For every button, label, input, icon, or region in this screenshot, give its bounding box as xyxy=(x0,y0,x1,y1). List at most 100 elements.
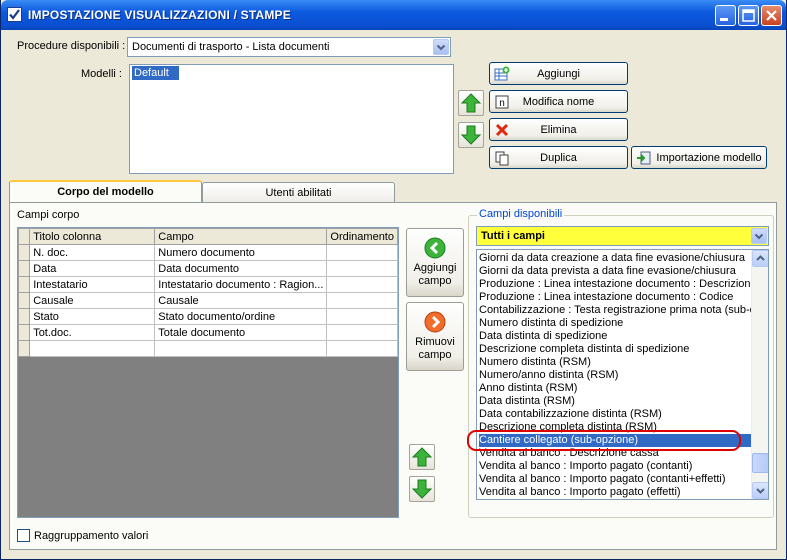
body-fields-label: Campi corpo xyxy=(17,209,80,221)
field-filter-select[interactable]: Tutti i campi xyxy=(476,226,769,246)
list-item[interactable]: Produzione : Linea intestazione document… xyxy=(479,278,751,291)
chevron-up-icon xyxy=(756,255,765,261)
row-indicator[interactable] xyxy=(18,292,31,309)
list-item[interactable]: Contabilizzazione : Testa registrazione … xyxy=(479,304,751,317)
table-row[interactable]: Data Data documento xyxy=(18,260,398,277)
row-indicator[interactable] xyxy=(18,340,31,357)
grid-corner xyxy=(18,228,31,245)
table-row[interactable] xyxy=(18,340,398,357)
list-item[interactable]: Numero distinta (RSM) xyxy=(479,356,751,369)
arrow-up-icon xyxy=(411,447,433,467)
chevron-down-icon[interactable] xyxy=(751,228,767,244)
cell-titolo[interactable]: Intestatario xyxy=(29,276,156,293)
cell-campo[interactable] xyxy=(154,340,328,357)
available-fields-label: Campi disponibili xyxy=(477,208,565,220)
title-bar[interactable]: IMPOSTAZIONE VISUALIZZAZIONI / STAMPE xyxy=(1,0,786,30)
field-filter-value: Tutti i campi xyxy=(481,230,545,242)
cell-titolo[interactable]: N. doc. xyxy=(29,244,156,261)
list-item[interactable]: Anno distinta (RSM) xyxy=(479,382,751,395)
cell-ordinamento[interactable] xyxy=(326,244,398,261)
cell-titolo[interactable]: Stato xyxy=(29,308,156,325)
cell-titolo[interactable] xyxy=(29,340,156,357)
import-icon xyxy=(637,151,651,165)
table-row[interactable]: Causale Causale xyxy=(18,292,398,309)
cell-campo[interactable]: Causale xyxy=(154,292,328,309)
cell-campo[interactable]: Stato documento/ordine xyxy=(154,308,328,325)
list-item[interactable]: Numero/anno distinta (RSM) xyxy=(479,369,751,382)
scroll-up-button[interactable] xyxy=(752,250,768,267)
row-indicator[interactable] xyxy=(18,324,31,341)
list-item[interactable]: Data contabilizzazione distinta (RSM) xyxy=(479,408,751,421)
remove-field-button[interactable]: Rimuovi campo xyxy=(406,302,464,371)
row-indicator[interactable] xyxy=(18,308,31,325)
list-item[interactable]: Data distinta (RSM) xyxy=(479,395,751,408)
maximize-icon xyxy=(742,9,755,22)
move-model-down-button[interactable] xyxy=(458,122,484,148)
maximize-button[interactable] xyxy=(738,5,759,26)
list-item[interactable]: Numero distinta di spedizione xyxy=(479,317,751,330)
vertical-scrollbar[interactable] xyxy=(751,250,768,499)
models-list[interactable]: Default xyxy=(129,64,454,174)
row-indicator[interactable] xyxy=(18,260,31,277)
scroll-down-button[interactable] xyxy=(752,482,768,499)
list-item[interactable]: Vendita al banco : Importo pagato (effet… xyxy=(479,486,751,499)
add-field-button[interactable]: Aggiungi campo xyxy=(406,228,464,297)
table-row[interactable]: Tot.doc. Totale documento xyxy=(18,324,398,341)
minimize-button[interactable] xyxy=(715,5,736,26)
list-item[interactable]: Vendita al banco : Importo pagato (conta… xyxy=(479,473,751,486)
row-indicator[interactable] xyxy=(18,244,31,261)
delete-model-button[interactable]: Elimina xyxy=(489,118,628,141)
tab-utenti-abilitati[interactable]: Utenti abilitati xyxy=(202,182,395,204)
close-button[interactable] xyxy=(761,5,782,26)
cell-campo[interactable]: Totale documento xyxy=(154,324,328,341)
available-fields-list[interactable]: Giorni da data creazione a data fine eva… xyxy=(476,249,769,500)
list-item[interactable]: Giorni da data creazione a data fine eva… xyxy=(479,252,751,265)
cell-campo[interactable]: Intestatario documento : Ragion... xyxy=(154,276,328,293)
list-item[interactable]: Produzione : Linea intestazione document… xyxy=(479,291,751,304)
cell-titolo[interactable]: Data xyxy=(29,260,156,277)
cell-ordinamento[interactable] xyxy=(326,340,398,357)
column-header-campo[interactable]: Campo xyxy=(154,228,328,245)
list-item[interactable]: Vendita al banco : Importo pagato (conta… xyxy=(479,460,751,473)
move-model-up-button[interactable] xyxy=(458,90,484,116)
add-model-label: Aggiungi xyxy=(537,68,580,80)
column-header-ordinamento[interactable]: Ordinamento xyxy=(326,228,398,245)
import-model-button[interactable]: Importazione modello xyxy=(631,146,767,169)
list-item[interactable]: Data distinta di spedizione xyxy=(479,330,751,343)
cell-ordinamento[interactable] xyxy=(326,260,398,277)
add-field-label: Aggiungi campo xyxy=(413,262,457,287)
chevron-down-icon[interactable] xyxy=(433,39,449,55)
cell-titolo[interactable]: Causale xyxy=(29,292,156,309)
add-model-button[interactable]: Aggiungi xyxy=(489,62,628,85)
table-row[interactable]: Intestatario Intestatario documento : Ra… xyxy=(18,276,398,293)
row-indicator[interactable] xyxy=(18,276,31,293)
table-row[interactable]: N. doc. Numero documento xyxy=(18,244,398,261)
import-model-label: Importazione modello xyxy=(656,152,762,164)
cell-ordinamento[interactable] xyxy=(326,324,398,341)
list-item[interactable]: Descrizione completa distinta di spedizi… xyxy=(479,343,751,356)
body-fields-grid[interactable]: Titolo colonna Campo Ordinamento N. doc.… xyxy=(17,227,399,518)
grouping-label: Raggruppamento valori xyxy=(34,530,149,542)
cell-ordinamento[interactable] xyxy=(326,292,398,309)
models-list-item[interactable]: Default xyxy=(132,66,179,80)
cell-campo[interactable]: Data documento xyxy=(154,260,328,277)
window: IMPOSTAZIONE VISUALIZZAZIONI / STAMPE Pr… xyxy=(0,0,787,560)
move-field-up-button[interactable] xyxy=(409,444,435,470)
cell-campo[interactable]: Numero documento xyxy=(154,244,328,261)
table-row[interactable]: Stato Stato documento/ordine xyxy=(18,308,398,325)
minimize-icon xyxy=(720,18,728,21)
column-header-titolo[interactable]: Titolo colonna xyxy=(29,228,156,245)
cell-ordinamento[interactable] xyxy=(326,308,398,325)
scroll-thumb[interactable] xyxy=(752,453,768,473)
procedure-select[interactable]: Documenti di trasporto - Lista documenti xyxy=(127,37,451,57)
duplicate-model-button[interactable]: Duplica xyxy=(489,146,628,169)
rename-model-button[interactable]: n Modifica nome xyxy=(489,90,628,113)
list-item[interactable]: Giorni da data prevista a data fine evas… xyxy=(479,265,751,278)
tab-corpo-modello[interactable]: Corpo del modello xyxy=(9,180,202,204)
cell-ordinamento[interactable] xyxy=(326,276,398,293)
grouping-checkbox[interactable] xyxy=(17,529,30,542)
arrow-down-icon xyxy=(411,479,433,499)
move-field-down-button[interactable] xyxy=(409,476,435,502)
cell-titolo[interactable]: Tot.doc. xyxy=(29,324,156,341)
delete-model-label: Elimina xyxy=(540,124,577,136)
